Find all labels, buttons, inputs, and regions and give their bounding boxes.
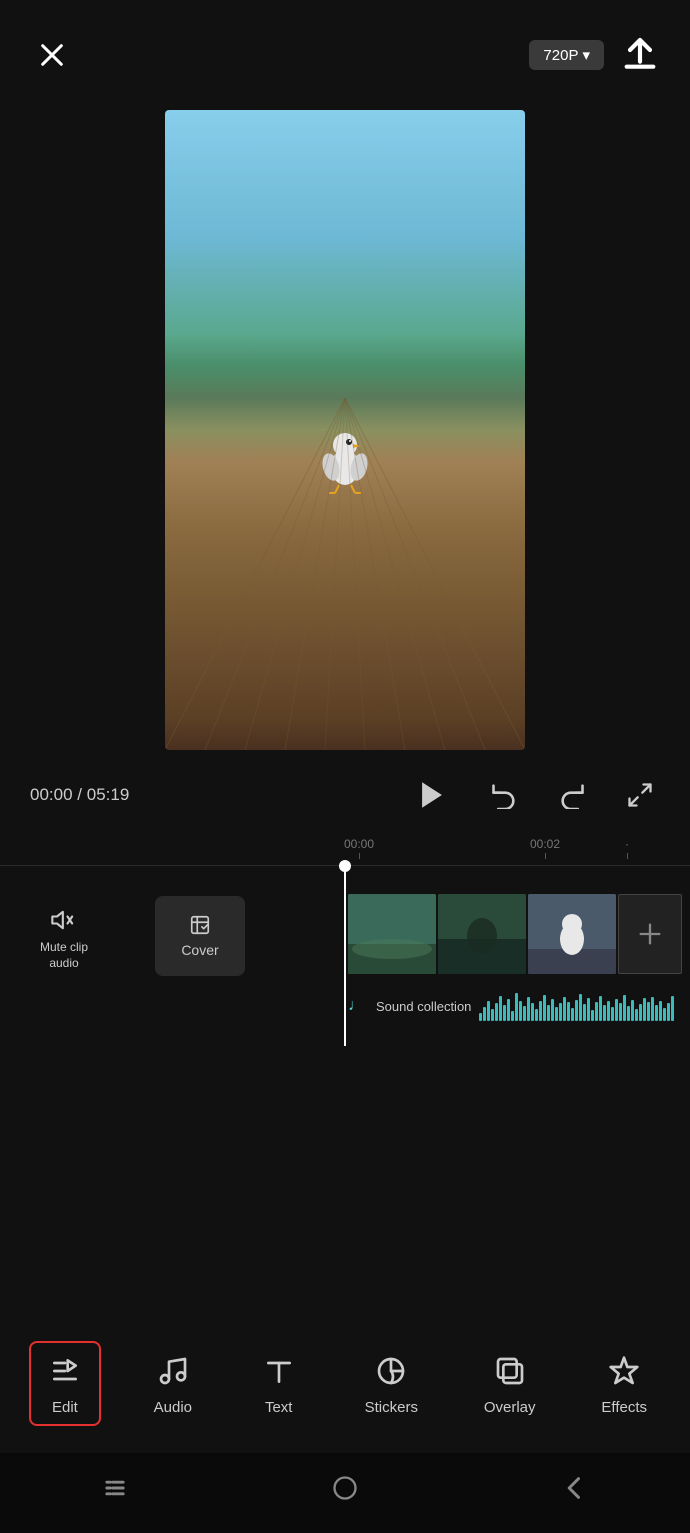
- ruler-mark-0: 00:00: [344, 837, 374, 859]
- quality-arrow: ▾: [582, 46, 590, 64]
- add-clip-button[interactable]: [618, 894, 682, 974]
- stickers-tool[interactable]: Stickers: [351, 1343, 432, 1424]
- overlay-icon: [490, 1351, 530, 1391]
- timeline-content: Mute clip audio Cover: [0, 876, 690, 1056]
- clip-thumb-2[interactable]: [438, 894, 526, 974]
- overlay-label: Overlay: [484, 1399, 536, 1416]
- stickers-label: Stickers: [365, 1399, 418, 1416]
- overlay-tool[interactable]: Overlay: [470, 1343, 550, 1424]
- quality-label: 720P: [543, 47, 578, 64]
- ruler-mark-2: 00:02: [530, 837, 560, 859]
- quality-button[interactable]: 720P ▾: [529, 40, 604, 70]
- edit-icon: [45, 1351, 85, 1391]
- audio-tool[interactable]: Audio: [139, 1343, 207, 1424]
- clip-thumb-1[interactable]: [348, 894, 436, 974]
- playback-bar: 00:00 / 05:19: [0, 760, 690, 830]
- edit-tool[interactable]: Edit: [29, 1341, 101, 1426]
- clip-strip[interactable]: [348, 894, 682, 974]
- playback-controls: [408, 771, 660, 819]
- menu-nav-button[interactable]: [90, 1463, 140, 1513]
- sound-label: Sound collection: [376, 999, 471, 1014]
- mute-clip-button[interactable]: Mute clip audio: [40, 906, 88, 971]
- stickers-icon: [371, 1351, 411, 1391]
- fullscreen-button[interactable]: [620, 775, 660, 815]
- video-preview: [165, 110, 525, 750]
- bottom-nav: [0, 1453, 690, 1533]
- clip-thumb-3[interactable]: [528, 894, 616, 974]
- back-nav-button[interactable]: [550, 1463, 600, 1513]
- play-button[interactable]: [408, 771, 456, 819]
- audio-label: Audio: [154, 1399, 192, 1416]
- edit-label: Edit: [52, 1399, 78, 1416]
- mute-clip-label: Mute clip audio: [40, 940, 88, 971]
- timeline-area: 00:00 00:02 · Mute clip audio: [0, 830, 690, 1130]
- current-time: 00:00: [30, 785, 73, 804]
- video-frame: [165, 110, 525, 750]
- effects-label: Effects: [601, 1399, 647, 1416]
- cover-button[interactable]: Cover: [155, 896, 245, 976]
- header-right: 720P ▾: [529, 35, 660, 75]
- cover-label: Cover: [181, 942, 218, 958]
- time-separator: /: [77, 785, 86, 804]
- audio-icon: [153, 1351, 193, 1391]
- header: 720P ▾: [0, 0, 690, 110]
- timecode: 00:00 / 05:19: [30, 785, 129, 805]
- playhead: [344, 866, 346, 1046]
- text-label: Text: [265, 1399, 293, 1416]
- home-nav-button[interactable]: [320, 1463, 370, 1513]
- text-tool[interactable]: Text: [245, 1343, 313, 1424]
- sound-waveform: [479, 991, 679, 1021]
- text-icon: [259, 1351, 299, 1391]
- ruler-mark-dot: ·: [625, 837, 629, 859]
- bottom-toolbar: Edit Audio Text Stick: [0, 1313, 690, 1453]
- sound-strip[interactable]: ♩ Sound collection: [348, 984, 688, 1028]
- effects-tool[interactable]: Effects: [587, 1343, 661, 1424]
- sound-icon: ♩: [348, 997, 364, 1015]
- undo-button[interactable]: [484, 775, 524, 815]
- close-button[interactable]: [30, 33, 74, 77]
- export-button[interactable]: [620, 35, 660, 75]
- redo-button[interactable]: [552, 775, 592, 815]
- total-time: 05:19: [87, 785, 130, 804]
- effects-icon: [604, 1351, 644, 1391]
